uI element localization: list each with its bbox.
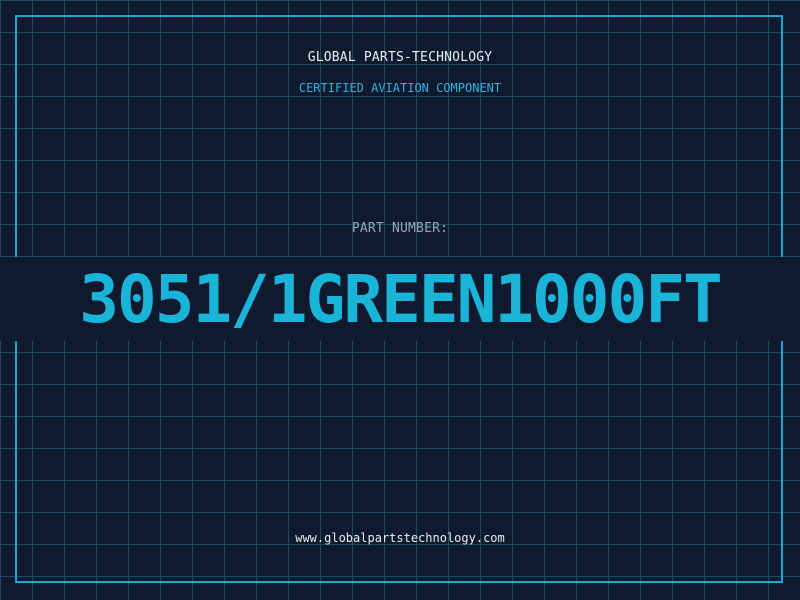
company-name: GLOBAL PARTS-TECHNOLOGY	[307, 50, 493, 65]
label-canvas: GLOBAL PARTS-TECHNOLOGY CERTIFIED AVIATI…	[0, 0, 800, 600]
website-url: www.globalpartstechnology.com	[295, 531, 505, 545]
certification-subtitle: CERTIFIED AVIATION COMPONENT	[298, 81, 502, 95]
part-number-label: PART NUMBER:	[351, 221, 449, 236]
part-number-value: 3051/1GREEN1000FT	[79, 261, 723, 338]
